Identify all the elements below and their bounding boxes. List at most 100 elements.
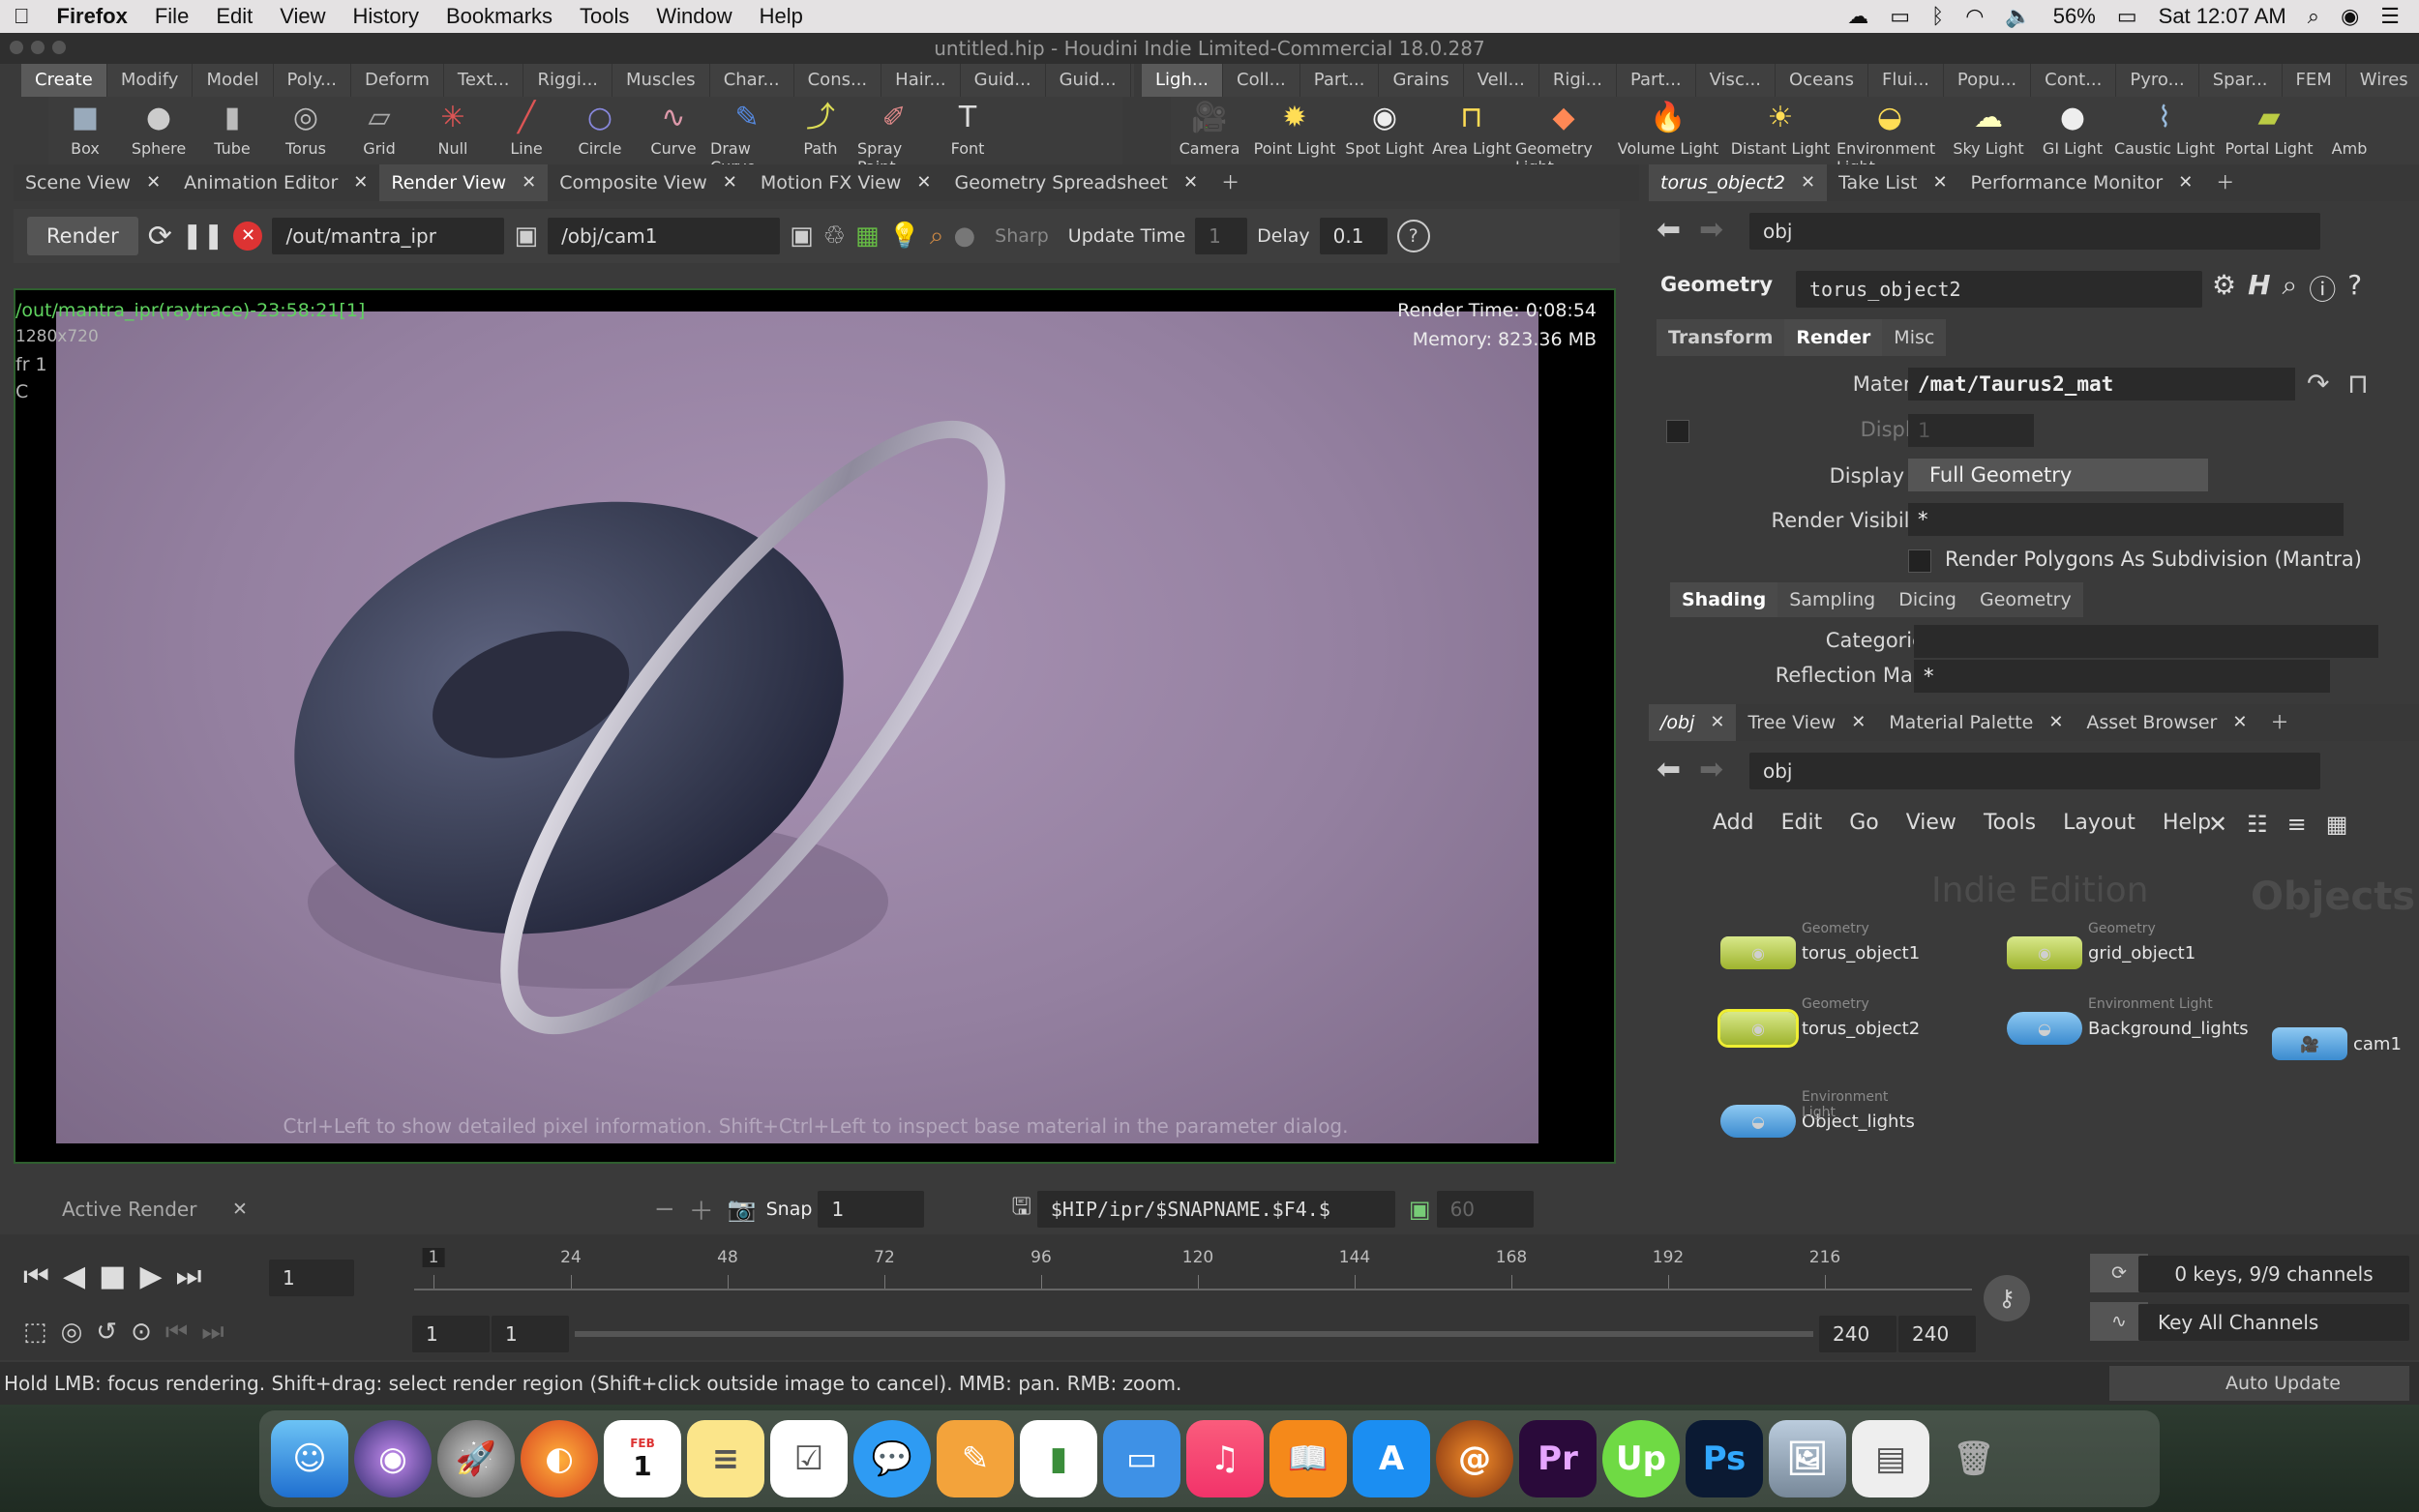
subtab-sampling[interactable]: Sampling (1777, 582, 1888, 617)
network-back-icon[interactable]: ⬅ (1657, 753, 1681, 786)
close-icon[interactable]: ✕ (353, 164, 368, 201)
keynote-icon[interactable]: ▭ (1103, 1420, 1180, 1497)
tool-portal-light[interactable]: ▰ Portal Light (2218, 97, 2320, 164)
shelf-tab-rigging[interactable]: Riggi... (523, 64, 613, 97)
shelf-tab-characters[interactable]: Char... (710, 64, 794, 97)
tab-render-view[interactable]: Render View ✕ (379, 164, 549, 201)
tool-sphere[interactable]: ● Sphere (122, 97, 195, 164)
param-path-field[interactable]: obj (1749, 213, 2320, 250)
lightbulb-icon[interactable]: 💡 (889, 222, 920, 251)
shelf-tab-container[interactable]: Cont... (2031, 64, 2117, 97)
menu-app-name[interactable]: Firefox (44, 4, 141, 29)
key-icon[interactable]: ⚷ (1984, 1275, 2030, 1321)
node-object-lights[interactable]: ◒ Environment Light Object_lights (1720, 1089, 1915, 1138)
airplay-icon[interactable]: ▭ (1890, 4, 1910, 29)
wifi-icon[interactable]: ◠ (1965, 4, 1984, 29)
shelf-tab-collisions[interactable]: Coll... (1223, 64, 1300, 97)
tool-ambient-light[interactable]: Amb (2320, 97, 2378, 164)
messages-icon[interactable]: 💬 (853, 1420, 931, 1497)
range-end2-field[interactable]: 240 (1898, 1316, 1976, 1352)
play-icon[interactable]: ▶ (139, 1260, 162, 1293)
auto-update-dropdown[interactable]: Auto Update (2109, 1366, 2409, 1401)
numbers-icon[interactable]: ▮ (1020, 1420, 1097, 1497)
subtab-transform[interactable]: Transform (1657, 319, 1785, 356)
shelf-tab-guide1[interactable]: Guid... (961, 64, 1046, 97)
node-name-field[interactable]: torus_object2 (1796, 271, 2202, 308)
firefox-icon[interactable]: ◐ (521, 1420, 598, 1497)
snap-field[interactable]: 1 (818, 1191, 925, 1228)
tab-composite-view[interactable]: Composite View ✕ (548, 164, 749, 201)
tab-tree-view[interactable]: Tree View ✕ (1736, 704, 1877, 741)
reflection-mask-field[interactable]: * (1914, 660, 2330, 693)
close-icon[interactable]: ✕ (2232, 704, 2247, 741)
display-as-dropdown[interactable]: Full Geometry (1908, 459, 2208, 491)
shelf-tab-pyro[interactable]: Pyro... (2116, 64, 2199, 97)
close-window-icon[interactable] (10, 41, 23, 54)
siri-icon[interactable]: ◉ (2341, 4, 2359, 29)
shelf-tab-deform[interactable]: Deform (351, 64, 444, 97)
menu-history[interactable]: History (340, 4, 433, 29)
photoshop-icon[interactable]: Ps (1686, 1420, 1763, 1497)
shelf-tab-muscles[interactable]: Muscles (612, 64, 710, 97)
range-start-field[interactable]: 1 (412, 1316, 490, 1352)
output-driver-field[interactable]: /out/mantra_ipr (272, 218, 505, 254)
tool-path[interactable]: ⤴ Path (784, 97, 857, 164)
timeline-ruler[interactable]: 1 24 48 72 96 120 144 168 192 216 (414, 1248, 1972, 1290)
subtab-dicing[interactable]: Dicing (1887, 582, 1968, 617)
network-forward-icon[interactable]: ➡ (1699, 753, 1723, 786)
audio-icon[interactable]: ◎ (61, 1318, 83, 1348)
document-icon[interactable]: ▤ (1852, 1420, 1929, 1497)
network-menu-go[interactable]: Go (1849, 811, 1879, 835)
shelf-tab-rigid[interactable]: Rigi... (1539, 64, 1617, 97)
shelf-tab-model[interactable]: Model (193, 64, 274, 97)
range-end-field[interactable]: 240 (1819, 1316, 1896, 1352)
snapshot-path-field[interactable]: $HIP/ipr/$SNAPNAME.$F4.$ (1036, 1191, 1395, 1228)
books-icon[interactable]: 📖 (1269, 1420, 1347, 1497)
tool-spot-light[interactable]: ◉ Spot Light (1341, 97, 1428, 164)
spotlight-search-icon[interactable]: ⌕ (2308, 4, 2319, 29)
shelf-tab-viscous[interactable]: Visc... (1696, 64, 1776, 97)
shelf-tab-particles[interactable]: Part... (1300, 64, 1380, 97)
tool-null[interactable]: ✳ Null (416, 97, 490, 164)
close-icon[interactable]: ✕ (2178, 164, 2193, 201)
rendered-image[interactable] (56, 311, 1538, 1143)
wrench-icon[interactable]: ✕ (2208, 811, 2227, 838)
music-icon[interactable]: ♫ (1186, 1420, 1264, 1497)
menu-view[interactable]: View (266, 4, 339, 29)
minimize-window-icon[interactable] (31, 41, 45, 54)
pause-icon[interactable]: ❚❚ (182, 222, 224, 251)
subtab-render[interactable]: Render (1784, 319, 1883, 356)
render-visibility-field[interactable]: * (1908, 503, 2344, 536)
creative-cloud-icon[interactable]: ☁ (1847, 4, 1868, 29)
tab-torus-object2[interactable]: torus_object2 ✕ (1649, 164, 1828, 201)
shelf-tab-create[interactable]: Create (21, 64, 107, 97)
menu-help[interactable]: Help (746, 4, 817, 29)
tool-geometry-light[interactable]: ◆Geometry Light (1515, 97, 1612, 176)
recycle-icon[interactable]: ♲ (823, 222, 846, 251)
display-field[interactable]: 1 (1908, 414, 2034, 447)
menu-tools[interactable]: Tools (566, 4, 642, 29)
close-icon[interactable]: ✕ (2048, 704, 2063, 741)
probe-icon[interactable]: ⌕ (930, 222, 944, 252)
snapshot-camera-icon[interactable]: 📷 (728, 1196, 757, 1223)
keys-info-field[interactable]: 0 keys, 9/9 channels (2138, 1256, 2409, 1292)
bluetooth-icon[interactable]: ᛒ (1931, 4, 1944, 29)
node-cam1[interactable]: 🎥 cam1 (2272, 1027, 2402, 1060)
tool-environment-light[interactable]: ◒Environment Light (1837, 97, 1943, 176)
list-view-icon[interactable]: ≡ (2287, 811, 2307, 838)
subtab-geometry[interactable]: Geometry (1967, 582, 2083, 617)
trash-icon[interactable]: 🗑 (1935, 1420, 2013, 1497)
shelf-tab-constraints[interactable]: Cons... (794, 64, 882, 97)
tool-circle[interactable]: ○ Circle (563, 97, 637, 164)
upwork-icon[interactable]: Up (1602, 1420, 1680, 1497)
close-icon[interactable]: ✕ (522, 164, 536, 201)
active-render-dropdown[interactable]: Active Render (48, 1191, 223, 1228)
material-field[interactable]: /mat/Taurus2_mat (1908, 368, 2295, 400)
tool-tube[interactable]: ▮ Tube (195, 97, 269, 164)
tool-curve[interactable]: ∿ Curve (637, 97, 710, 164)
help-icon[interactable]: ? (2347, 269, 2362, 308)
network-menu-help[interactable]: Help (2163, 811, 2211, 835)
siri-icon[interactable]: ◉ (354, 1420, 432, 1497)
back-arrow-icon[interactable]: ⬅ (1657, 213, 1681, 247)
play-reverse-icon[interactable]: ◀ (63, 1260, 85, 1293)
